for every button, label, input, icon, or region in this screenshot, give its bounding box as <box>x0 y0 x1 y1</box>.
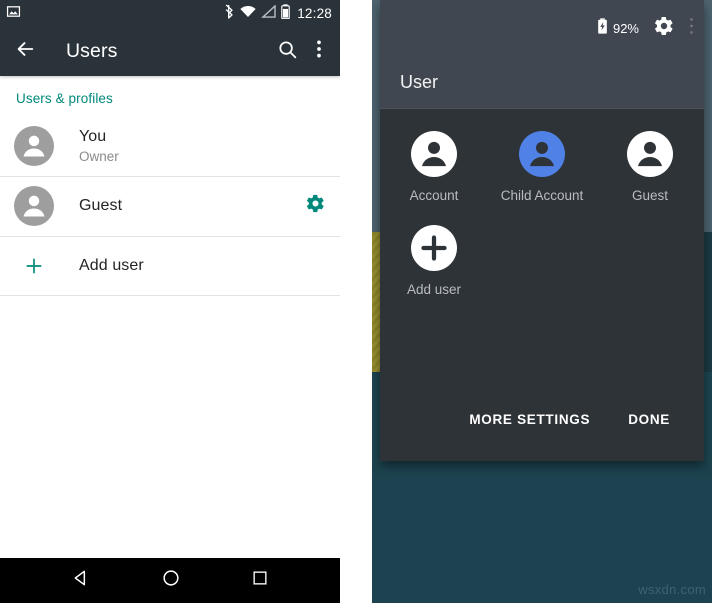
more-settings-button[interactable]: MORE SETTINGS <box>469 412 590 427</box>
list-item-title: Add user <box>79 257 144 274</box>
screenshot-root: 12:28 Users Users & profiles You Owner G… <box>0 0 712 603</box>
list-item-add-user[interactable]: Add user <box>0 236 340 296</box>
more-vertical-icon[interactable] <box>310 39 328 64</box>
user-tile-label: Child Account <box>500 188 584 203</box>
users-list: You Owner Guest Add user <box>0 116 340 296</box>
list-item-guest[interactable]: Guest <box>0 176 340 236</box>
more-vertical-icon[interactable] <box>689 17 694 40</box>
gear-icon[interactable] <box>653 15 675 42</box>
battery-charging-icon <box>597 17 608 39</box>
user-tile-label: Guest <box>631 188 669 203</box>
status-bar-clock: 12:28 <box>297 5 332 21</box>
qs-header-title: User <box>400 71 439 92</box>
screenshot-image-icon <box>6 4 21 24</box>
battery-icon <box>281 3 290 24</box>
user-tile-guest[interactable]: Guest <box>596 131 704 203</box>
person-avatar-icon <box>14 126 54 166</box>
list-item-title: You <box>79 128 107 145</box>
bluetooth-icon <box>224 4 235 24</box>
person-avatar-icon <box>627 131 673 177</box>
wifi-icon <box>240 5 256 23</box>
user-grid: Account Child Account Guest Add user <box>380 109 704 297</box>
done-button[interactable]: DONE <box>628 412 670 427</box>
back-arrow-icon[interactable] <box>14 38 36 65</box>
user-tile-child-account[interactable]: Child Account <box>488 131 596 203</box>
user-tile-add-user[interactable]: Add user <box>380 225 488 297</box>
plus-icon <box>14 246 54 286</box>
person-avatar-icon <box>14 186 54 226</box>
phone-gap-divider <box>340 0 372 603</box>
list-item-subtitle: Owner <box>79 149 119 164</box>
quick-settings-user-panel: 92% User Account Child Account Guest Add… <box>380 0 704 461</box>
watermark: wsxdn.com <box>638 582 706 597</box>
battery-percent-label: 92% <box>612 20 639 36</box>
user-tile-label: Account <box>409 188 459 203</box>
qs-status-bar: 92% <box>380 0 704 56</box>
nav-recents-square-icon[interactable] <box>251 569 269 592</box>
section-header-users-and-profiles: Users & profiles <box>16 91 113 106</box>
android-nav-bar <box>0 558 340 603</box>
nav-back-triangle-icon[interactable] <box>71 568 91 593</box>
list-item-title: Guest <box>79 197 123 214</box>
list-item-you[interactable]: You Owner <box>0 116 340 176</box>
left-phone-settings-users: 12:28 Users Users & profiles You Owner G… <box>0 0 340 603</box>
left-status-bar: 12:28 <box>0 0 340 27</box>
search-icon[interactable] <box>277 39 298 65</box>
nav-home-circle-icon[interactable] <box>161 568 181 593</box>
gear-icon[interactable] <box>305 193 326 219</box>
right-phone-user-switcher: 92% User Account Child Account Guest Add… <box>372 0 712 603</box>
person-avatar-icon <box>411 131 457 177</box>
user-tile-label: Add user <box>406 282 462 297</box>
app-bar: Users <box>0 27 340 76</box>
qs-footer: MORE SETTINGS DONE <box>380 377 704 461</box>
person-avatar-icon <box>519 131 565 177</box>
qs-header: User <box>380 56 704 109</box>
plus-icon <box>411 225 457 271</box>
user-tile-account[interactable]: Account <box>380 131 488 203</box>
page-title: Users <box>66 40 118 62</box>
cell-signal-icon <box>261 3 276 23</box>
